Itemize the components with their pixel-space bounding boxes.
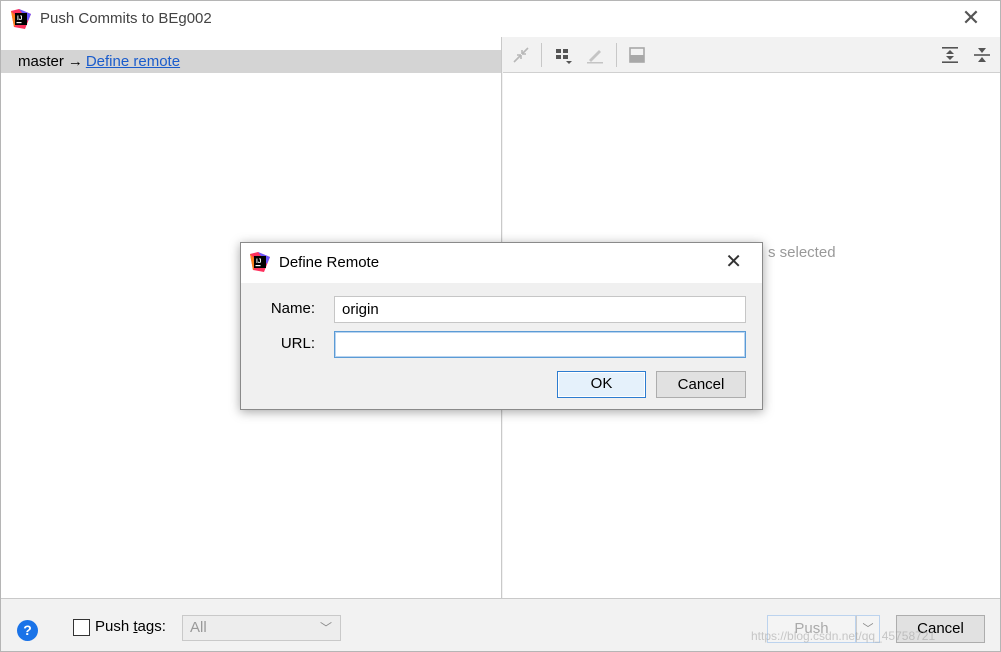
group-by-icon[interactable] [553, 45, 573, 65]
define-remote-link[interactable]: Define remote [86, 53, 180, 70]
push-commits-window: IJ Push Commits to BEg002 ✕ master → Defin… [0, 0, 1001, 652]
changes-toolbar [503, 37, 1000, 73]
collapse-all-icon[interactable] [972, 45, 992, 65]
toolbar-separator [541, 43, 542, 67]
watermark: https://blog.csdn.net/qq_45758721 [751, 629, 936, 643]
remote-url-input[interactable] [334, 331, 746, 358]
chevron-down-icon: ﹀ [319, 621, 332, 635]
dialog-cancel-button[interactable]: Cancel [656, 371, 746, 398]
name-label: Name: [270, 300, 315, 317]
edit-icon[interactable] [585, 45, 605, 65]
push-tags-label-prefix: Push [95, 618, 134, 635]
remote-name-input[interactable] [334, 296, 746, 323]
help-button[interactable]: ? [17, 620, 38, 641]
bottom-bar: ? Push tags: All ﹀ Push ﹀ Cancel https:/… [1, 598, 1000, 651]
tags-select[interactable]: All ﹀ [182, 615, 341, 641]
no-commits-selected-text: s selected [768, 244, 836, 261]
dialog-title: Define Remote [279, 254, 380, 271]
push-tags-label-suffix: ags: [137, 618, 166, 635]
expand-all-icon[interactable] [940, 45, 960, 65]
push-tags-label[interactable]: Push tags: [95, 618, 166, 635]
title-bar: IJ Push Commits to BEg002 ✕ [1, 1, 1000, 37]
dialog-title-bar: IJ Define Remote ✕ [241, 243, 762, 283]
toolbar-separator [616, 43, 617, 67]
arrow-icon: → [67, 53, 83, 70]
ok-button[interactable]: OK [557, 371, 646, 398]
tags-select-value: All [190, 619, 207, 636]
close-window-button[interactable]: ✕ [960, 7, 982, 29]
svg-text:IJ: IJ [17, 15, 23, 22]
push-tags-checkbox[interactable] [73, 619, 90, 636]
dialog-close-button[interactable]: ✕ [725, 251, 742, 273]
branch-name: master [18, 53, 64, 70]
window-title: Push Commits to BEg002 [40, 10, 212, 27]
fetch-icon[interactable] [511, 45, 531, 65]
branch-row[interactable]: master → Define remote [1, 50, 501, 73]
preview-icon[interactable] [627, 45, 647, 65]
define-remote-dialog: IJ Define Remote ✕ Name: URL: OK Cancel [240, 242, 763, 410]
intellij-logo-icon: IJ [250, 252, 270, 272]
url-label: URL: [280, 335, 315, 352]
svg-text:IJ: IJ [256, 258, 262, 265]
intellij-logo-icon: IJ [11, 9, 31, 29]
